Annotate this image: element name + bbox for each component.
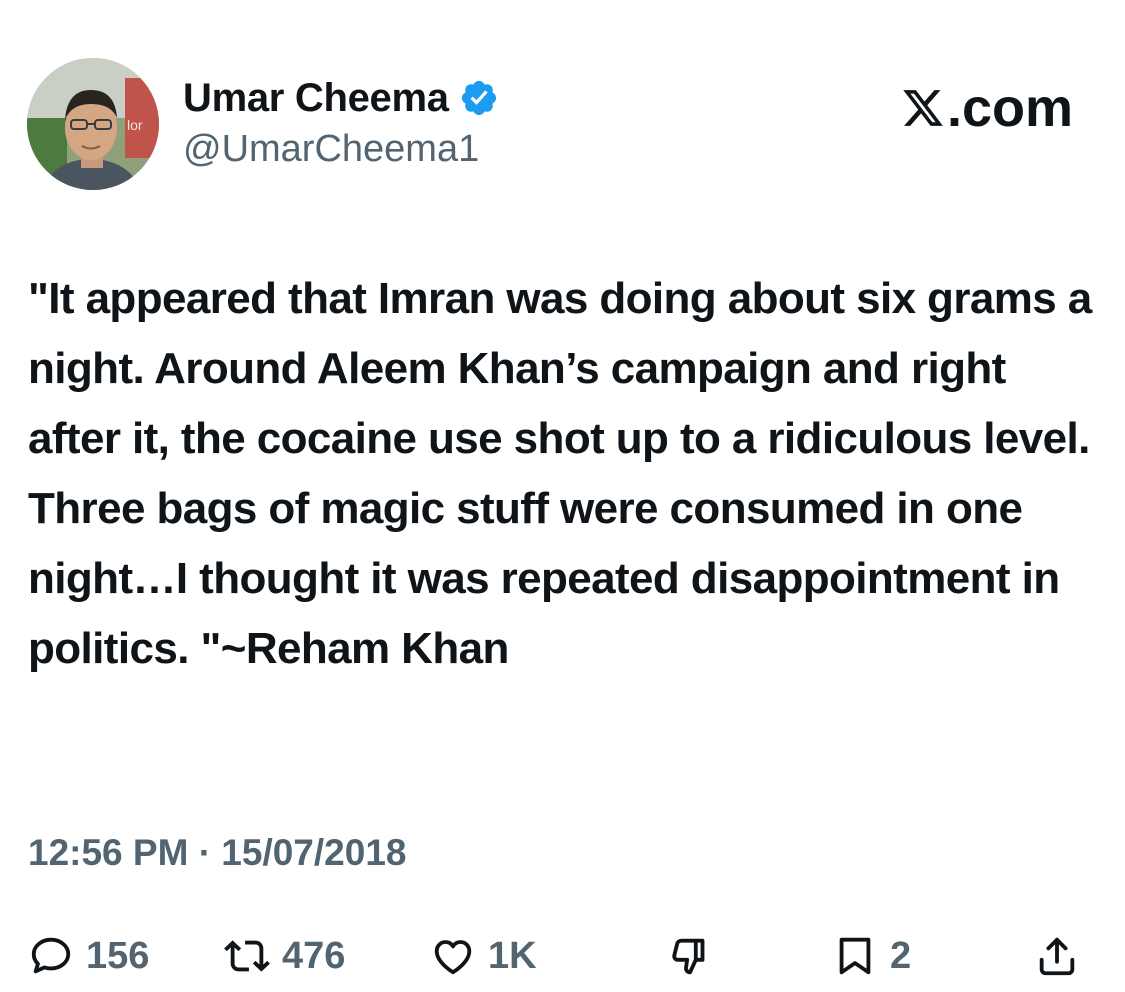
heart-icon — [434, 940, 472, 975]
display-name-text: Umar Cheema — [183, 76, 449, 120]
reply-icon — [31, 937, 71, 974]
retweet-count: 476 — [282, 934, 346, 977]
x-logo-icon — [903, 90, 943, 126]
retweet-icon — [224, 940, 270, 972]
share-icon — [1039, 937, 1075, 976]
avatar-sign-text: lor — [127, 117, 143, 133]
tweet-timestamp[interactable]: 12:56 PM · 15/07/2018 — [28, 828, 406, 878]
reply-count: 156 — [86, 934, 150, 977]
downvote-icon — [672, 938, 705, 975]
retweet-button[interactable]: 476 — [224, 924, 345, 988]
avatar-photo: lor — [27, 58, 159, 190]
author-display-name[interactable]: Umar Cheema — [183, 74, 499, 122]
like-button[interactable]: 1K — [430, 924, 537, 988]
share-button[interactable] — [1034, 924, 1080, 988]
bookmark-count: 2 — [890, 934, 912, 977]
verified-badge-icon — [461, 80, 496, 116]
author-handle[interactable]: @UmarCheema1 — [183, 126, 479, 172]
avatar[interactable]: lor — [27, 58, 159, 190]
downvote-button[interactable] — [668, 924, 714, 988]
tweet-actions-bar: 156 476 1K 2 — [0, 924, 1125, 988]
like-count: 1K — [488, 934, 537, 977]
brand-logo: .com — [901, 78, 1073, 138]
brand-text: .com — [946, 78, 1073, 138]
bookmark-button[interactable]: 2 — [832, 924, 911, 988]
reply-button[interactable]: 156 — [28, 924, 149, 988]
bookmark-icon — [839, 937, 871, 975]
tweet-text: "It appeared that Imran was doing about … — [28, 274, 1092, 673]
